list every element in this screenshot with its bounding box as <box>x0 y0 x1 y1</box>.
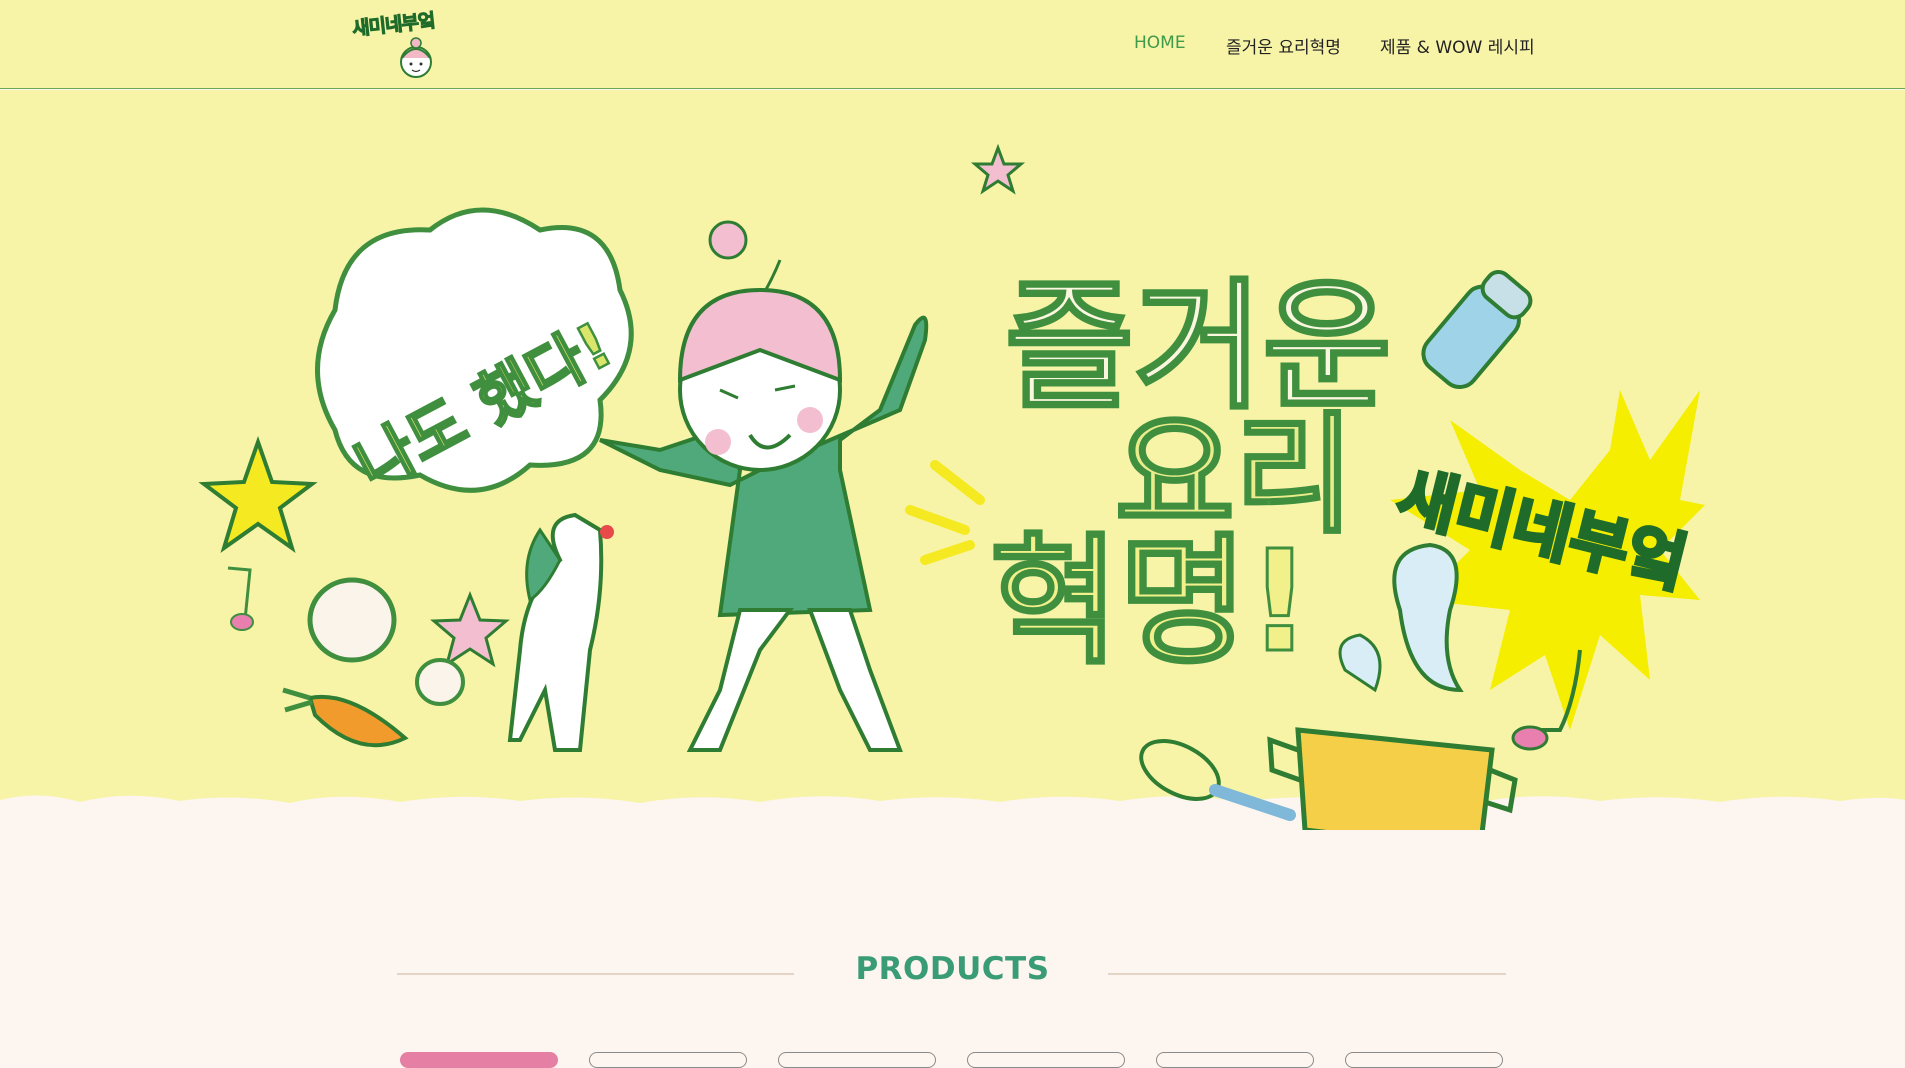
emphasis-lines-icon <box>905 460 985 565</box>
site-logo[interactable]: 새미네부엌 <box>351 9 452 80</box>
products-title: PRODUCTS <box>855 951 1050 987</box>
star-icon <box>430 590 510 668</box>
title-rule-right <box>1108 973 1506 975</box>
cauliflower-icon <box>307 577 397 663</box>
salt-shaker-icon <box>1421 269 1533 390</box>
product-tab-1[interactable] <box>400 1052 558 1068</box>
product-tab-3[interactable] <box>778 1052 936 1068</box>
carrot-icon <box>307 694 409 748</box>
product-tab-2[interactable] <box>589 1052 747 1068</box>
nav-products-recipes[interactable]: 제품 & WOW 레시피 <box>1380 33 1535 58</box>
site-header: 새미네부엌 HOME 즐거운 요리혁명 제품 & WOW 레시피 <box>0 0 1905 89</box>
logo-character-icon <box>400 37 432 78</box>
nav-home[interactable]: HOME <box>1134 33 1186 53</box>
dog-illustration <box>507 512 614 752</box>
hero-banner: 나도 했다! 즐거운 요리 혁명! 새미네부엌 <box>0 90 1905 830</box>
product-tab-5[interactable] <box>1156 1052 1314 1068</box>
product-tab-6[interactable] <box>1345 1052 1503 1068</box>
headline-line3: 혁명! <box>990 521 1311 684</box>
cauliflower-small-icon <box>415 658 465 706</box>
pot-icon <box>1295 727 1495 830</box>
star-icon <box>970 143 1026 195</box>
product-tab-4[interactable] <box>967 1052 1125 1068</box>
nav-cooking-revolution[interactable]: 즐거운 요리혁명 <box>1226 33 1341 58</box>
girl-illustration <box>599 220 929 752</box>
star-icon <box>198 435 318 553</box>
steam-icon <box>1392 542 1464 693</box>
hero-illustration: 나도 했다! 즐거운 요리 혁명! 새미네부엌 <box>0 143 1905 830</box>
